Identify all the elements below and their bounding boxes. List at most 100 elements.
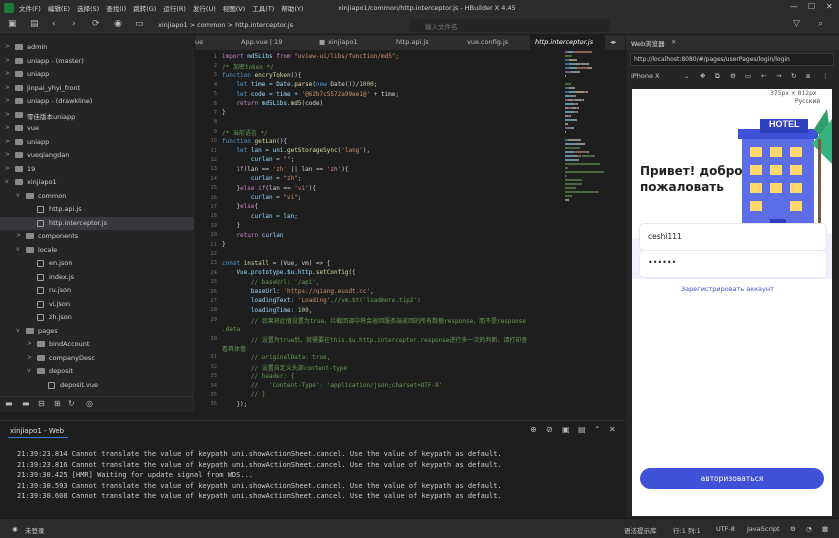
search-icon[interactable]: ⌕ <box>818 19 823 29</box>
menu-item[interactable]: 文件(F) <box>19 3 41 13</box>
settings-icon[interactable]: ⚙ <box>730 72 736 80</box>
more-icon[interactable]: ⋮ <box>822 72 829 80</box>
maximize-icon[interactable]: ☐ <box>808 2 815 11</box>
tree-item[interactable]: > uniapp - (drawkline) <box>0 95 194 108</box>
notification-icon[interactable]: ⚙ <box>790 525 796 533</box>
new-file-icon[interactable]: ▣ <box>8 19 17 29</box>
tree-item[interactable]: deposit.vue <box>0 379 194 392</box>
breadcrumb-project[interactable]: xinjiapo1 <box>158 21 188 29</box>
chevron-down-icon[interactable]: ⌄ <box>684 72 689 80</box>
chevron-down-icon[interactable]: v <box>27 367 31 374</box>
folder-icon[interactable]: ▬ <box>5 399 13 408</box>
syntax-hint[interactable]: 语法提示库 <box>624 525 657 535</box>
code-editor[interactable]: ue App.vue | 19 ■ xinjiapo1 http.api.js … <box>195 35 625 415</box>
back-icon[interactable]: ‹ <box>52 19 56 29</box>
layout-icon[interactable]: ▦ <box>822 525 828 533</box>
close-tab-icon[interactable]: ✕ <box>671 38 676 46</box>
menu-item[interactable]: 查找(I) <box>106 3 126 13</box>
inspect-icon[interactable]: ⧉ <box>715 72 720 81</box>
file-search-input[interactable]: 输入文件名 <box>410 19 610 32</box>
clear-icon[interactable]: ⊘ <box>546 425 553 434</box>
login-status[interactable]: 未登录 <box>25 525 45 535</box>
minimize-icon[interactable]: — <box>790 2 798 11</box>
tree-item[interactable]: > components <box>0 230 194 243</box>
username-field[interactable]: ceshi111 <box>640 224 826 250</box>
tree-item[interactable]: v deposit <box>0 365 194 378</box>
tree-item[interactable]: zh.json <box>0 311 194 324</box>
chevron-down-icon[interactable]: v <box>5 178 9 185</box>
refresh-icon[interactable]: ↻ <box>791 72 796 80</box>
tab-item[interactable]: ue <box>195 38 203 46</box>
tab-item[interactable]: App.vue | 19 <box>241 38 282 46</box>
chevron-right-icon[interactable]: > <box>5 70 10 77</box>
filter-icon[interactable]: ▽ <box>793 19 800 29</box>
chevron-right-icon[interactable]: > <box>16 232 21 239</box>
bell-icon[interactable]: ◔ <box>806 525 812 533</box>
chevron-right-icon[interactable]: > <box>27 340 32 347</box>
user-icon[interactable]: ◉ <box>12 525 18 533</box>
preview-icon[interactable]: ▭ <box>135 19 144 29</box>
tree-item[interactable]: > bindAccount <box>0 338 194 351</box>
refresh-icon[interactable]: ↻ <box>68 399 75 408</box>
tree-item[interactable]: http.interceptor.js <box>0 216 194 230</box>
menu-item[interactable]: 选择(S) <box>77 3 99 13</box>
tree-item[interactable]: vi.json <box>0 298 194 311</box>
tree-item[interactable]: > vue <box>0 122 194 135</box>
menu-item[interactable]: 工具(T) <box>252 3 274 13</box>
tree-item[interactable]: > 零佳版本uniapp <box>0 109 194 122</box>
menu-item[interactable]: 帮助(Y) <box>281 3 303 13</box>
chevron-right-icon[interactable]: > <box>5 151 10 158</box>
tree-item[interactable]: > uniapp <box>0 136 194 149</box>
chevron-down-icon[interactable]: v <box>16 246 20 253</box>
tab-scroll-icon[interactable]: ◂▸ <box>610 38 617 46</box>
chevron-right-icon[interactable]: > <box>27 354 32 361</box>
chevron-right-icon[interactable]: > <box>5 124 10 131</box>
chevron-right-icon[interactable]: > <box>5 165 10 172</box>
menu-item[interactable]: 发行(U) <box>193 3 216 13</box>
breadcrumb-file[interactable]: http.interceptor.js <box>235 21 293 29</box>
forward-icon[interactable]: › <box>72 19 76 29</box>
tree-item[interactable]: > admin <box>0 41 194 54</box>
chevron-right-icon[interactable]: > <box>5 138 10 145</box>
console-title[interactable]: xinjiapo1 - Web <box>10 427 64 435</box>
run-icon[interactable]: ⟳ <box>92 19 100 29</box>
tree-item[interactable]: v xinjiapo1 <box>0 176 194 189</box>
password-field[interactable]: •••••• <box>640 251 826 277</box>
chevron-right-icon[interactable]: > <box>5 57 10 64</box>
close-icon[interactable]: ✕ <box>826 2 833 11</box>
new-folder-icon[interactable]: ▬ <box>22 399 30 408</box>
close-panel-icon[interactable]: ✕ <box>609 425 616 434</box>
tree-item[interactable]: > uniapp <box>0 68 194 81</box>
browser-icon[interactable]: ◉ <box>114 19 122 29</box>
terminal-icon[interactable]: ▤ <box>578 425 586 434</box>
expand-icon[interactable]: ⊞ <box>54 399 61 408</box>
minimap[interactable] <box>565 51 620 241</box>
tree-item[interactable]: v pages <box>0 325 194 338</box>
device-select[interactable]: iPhone X <box>631 72 659 80</box>
tree-item[interactable]: > companyDesc <box>0 352 194 365</box>
collapse-icon[interactable]: ⊟ <box>38 399 45 408</box>
save-icon[interactable]: ▤ <box>30 19 39 29</box>
browser-tab[interactable]: Web浏览器 <box>631 38 665 48</box>
breadcrumb-folder[interactable]: common <box>197 21 225 29</box>
tree-item[interactable]: v common <box>0 190 194 203</box>
language-switch[interactable]: Русский <box>795 98 820 105</box>
tree-item[interactable]: v locale <box>0 244 194 257</box>
chevron-down-icon[interactable]: v <box>16 192 20 199</box>
chevron-right-icon[interactable]: > <box>5 43 10 50</box>
register-link[interactable]: Зарегистрировать аккаунт <box>681 285 774 293</box>
forward-icon[interactable]: → <box>776 72 781 80</box>
screenshot-icon[interactable]: ⧈ <box>806 72 810 81</box>
tree-item[interactable]: >19 <box>0 163 194 176</box>
menu-item[interactable]: 视图(V) <box>223 3 246 13</box>
chevron-down-icon[interactable]: v <box>16 327 20 334</box>
chevron-right-icon[interactable]: > <box>5 97 10 104</box>
tree-item[interactable]: > jinpai_yhyi_front <box>0 82 194 95</box>
menu-item[interactable]: 运行(R) <box>163 3 186 13</box>
menu-item[interactable]: 编辑(E) <box>48 3 70 13</box>
tree-item[interactable]: http.api.js <box>0 203 194 216</box>
tab-active[interactable]: http.interceptor.js <box>535 38 593 46</box>
tree-item[interactable]: > vueqiangdan <box>0 149 194 162</box>
encoding[interactable]: UTF-8 <box>716 525 735 533</box>
chevron-right-icon[interactable]: > <box>5 111 10 118</box>
